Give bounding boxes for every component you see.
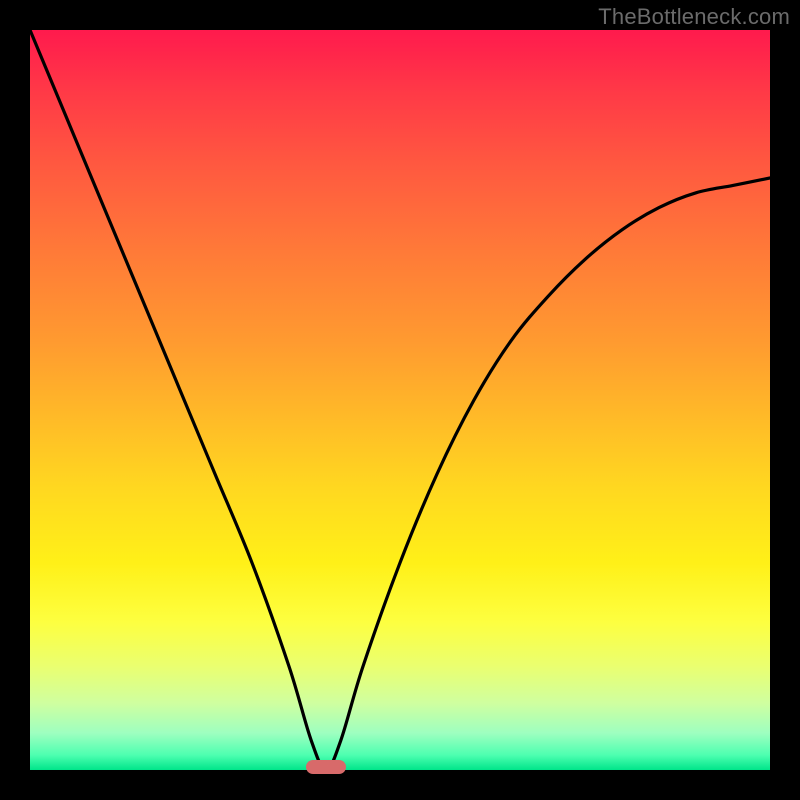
bottleneck-curve bbox=[30, 30, 770, 770]
minimum-marker bbox=[306, 760, 346, 774]
watermark-text: TheBottleneck.com bbox=[598, 4, 790, 30]
chart-frame: TheBottleneck.com bbox=[0, 0, 800, 800]
plot-area bbox=[30, 30, 770, 770]
